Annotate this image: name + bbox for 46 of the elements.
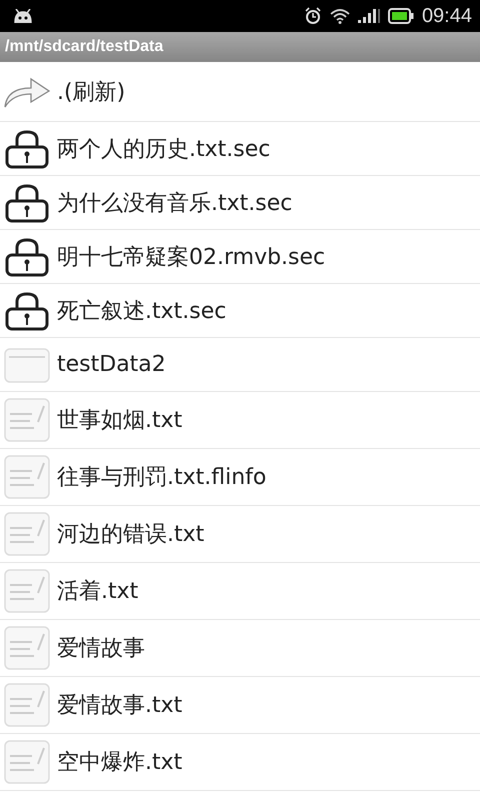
document-icon — [3, 683, 51, 727]
lock-icon — [3, 182, 51, 222]
file-item[interactable]: 河边的错误.txt — [0, 506, 480, 563]
file-name: .(刷新) — [57, 78, 126, 106]
signal-icon — [358, 9, 380, 23]
wifi-icon — [330, 8, 350, 24]
document-icon — [3, 740, 51, 784]
lock-icon — [3, 290, 51, 330]
file-item[interactable]: 爱情故事 — [0, 620, 480, 677]
arrow-icon — [3, 76, 51, 108]
lock-icon — [3, 236, 51, 276]
file-name: 爱情故事 — [57, 635, 145, 663]
file-name: 两个人的历史.txt.sec — [57, 136, 270, 164]
file-name: 为什么没有音乐.txt.sec — [57, 190, 292, 218]
file-item[interactable]: .(刷新) — [0, 62, 480, 122]
file-item[interactable]: 死亡叙述.txt.sec — [0, 284, 480, 338]
file-name: 往事与刑罚.txt.flinfo — [57, 464, 266, 492]
file-name: testData2 — [57, 352, 166, 377]
file-item[interactable]: testData2 — [0, 338, 480, 392]
file-name: 空中爆炸.txt — [57, 749, 182, 777]
folder-path: /mnt/sdcard/testData — [5, 38, 164, 56]
folder-icon — [3, 346, 51, 382]
file-name: 活着.txt — [57, 578, 138, 606]
file-name: 明十七帝疑案02.rmvb.sec — [57, 244, 326, 272]
file-name: 死亡叙述.txt.sec — [57, 298, 226, 326]
file-item[interactable]: 为什么没有音乐.txt.sec — [0, 176, 480, 230]
file-item[interactable]: 爱情故事.txt — [0, 677, 480, 734]
battery-icon — [388, 8, 414, 24]
document-icon — [3, 626, 51, 670]
file-item[interactable]: 往事与刑罚.txt.flinfo — [0, 449, 480, 506]
android-icon — [12, 9, 34, 23]
clock-time: 09:44 — [422, 4, 472, 28]
alarm-icon — [304, 7, 322, 25]
file-item[interactable]: 两个人的历史.txt.sec — [0, 122, 480, 176]
document-icon — [3, 455, 51, 499]
file-name: 河边的错误.txt — [57, 521, 204, 549]
file-item[interactable]: 活着.txt — [0, 563, 480, 620]
lock-icon — [3, 128, 51, 168]
document-icon — [3, 569, 51, 613]
file-name: 爱情故事.txt — [57, 692, 182, 720]
file-item[interactable]: 明十七帝疑案02.rmvb.sec — [0, 230, 480, 284]
file-name: 世事如烟.txt — [57, 407, 182, 435]
file-item[interactable]: 世事如烟.txt — [0, 392, 480, 449]
document-icon — [3, 512, 51, 556]
document-icon — [3, 398, 51, 442]
file-item[interactable]: 空中爆炸.txt — [0, 734, 480, 791]
